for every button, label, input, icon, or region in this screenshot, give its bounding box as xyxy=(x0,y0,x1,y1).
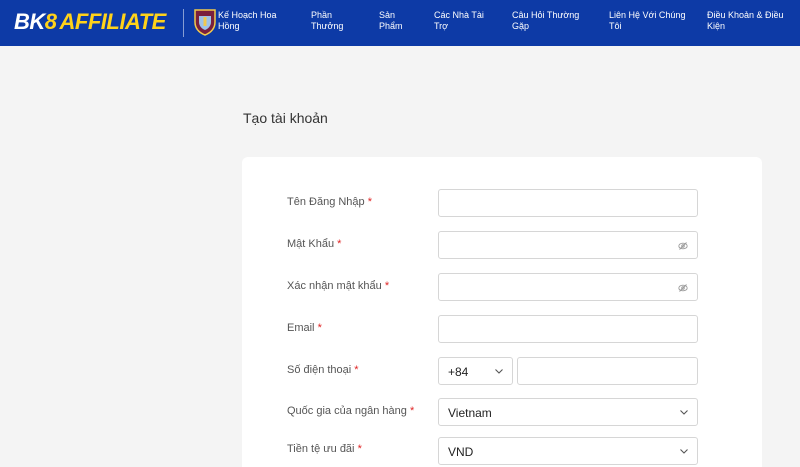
password-label: Mật Khẩu * xyxy=(287,238,342,250)
confirm-password-input-box xyxy=(438,273,698,301)
nav-sponsors[interactable]: Các Nhà Tài Trợ xyxy=(434,10,484,32)
chevron-down-icon xyxy=(680,449,688,454)
nav-faq[interactable]: Câu Hỏi Thường Gặp xyxy=(512,10,579,32)
password-input[interactable] xyxy=(439,232,697,258)
username-input-box xyxy=(438,189,698,217)
eye-off-icon[interactable] xyxy=(678,283,688,293)
nav-terms-conditions[interactable]: Điều Khoản & Điều Kiện xyxy=(707,10,784,32)
nav-commission-plan[interactable]: Kế Hoạch Hoa Hồng xyxy=(218,10,277,32)
password-input-box xyxy=(438,231,698,259)
currency-label: Tiền tệ ưu đãi * xyxy=(287,443,362,455)
required-mark: * xyxy=(317,322,322,334)
bank-country-value: Vietnam xyxy=(448,406,492,420)
page-title: Tạo tài khoản xyxy=(243,110,328,126)
bk8-affiliate-logo[interactable]: BK 8 AFFILIATE xyxy=(14,8,166,36)
eye-off-icon[interactable] xyxy=(678,241,688,251)
required-mark: * xyxy=(354,364,359,376)
bank-country-label: Quốc gia của ngân hàng * xyxy=(287,405,415,417)
email-input-box xyxy=(438,315,698,343)
confirm-password-label: Xác nhận mật khẩu * xyxy=(287,280,390,292)
bank-country-select[interactable]: Vietnam xyxy=(438,398,698,426)
logo-bk: BK xyxy=(14,9,45,34)
club-crest-icon[interactable] xyxy=(193,8,217,36)
phone-number-input-box xyxy=(517,357,698,385)
chevron-down-icon xyxy=(495,369,503,374)
currency-value: VND xyxy=(448,445,474,459)
chevron-down-icon xyxy=(680,410,688,415)
phone-country-code-select[interactable]: +84 xyxy=(438,357,513,385)
top-navigation-bar: BK 8 AFFILIATE Kế Hoạch Hoa Hồng Phần Thưở… xyxy=(0,0,800,46)
required-mark: * xyxy=(357,443,362,455)
nav-products[interactable]: Sản Phẩm xyxy=(379,10,403,32)
nav-contact-us[interactable]: Liên Hệ Với Chúng Tôi xyxy=(609,10,685,32)
required-mark: * xyxy=(337,238,342,250)
required-mark: * xyxy=(384,280,390,292)
currency-select[interactable]: VND xyxy=(438,437,698,465)
phone-number-input[interactable] xyxy=(518,358,697,384)
header-divider xyxy=(183,9,184,37)
required-mark: * xyxy=(409,405,415,417)
nav-rewards[interactable]: Phần Thưởng xyxy=(311,10,343,32)
phone-label: Số điện thoại * xyxy=(287,364,359,376)
username-label: Tên Đăng Nhập * xyxy=(287,196,373,208)
email-label: Email * xyxy=(287,322,322,334)
confirm-password-input[interactable] xyxy=(439,274,697,300)
logo-eight: 8 xyxy=(44,9,57,34)
required-mark: * xyxy=(367,196,373,208)
email-input[interactable] xyxy=(439,316,697,342)
username-input[interactable] xyxy=(439,190,697,216)
logo-affiliate: AFFILIATE xyxy=(59,9,167,34)
phone-country-code-value: +84 xyxy=(448,365,469,379)
